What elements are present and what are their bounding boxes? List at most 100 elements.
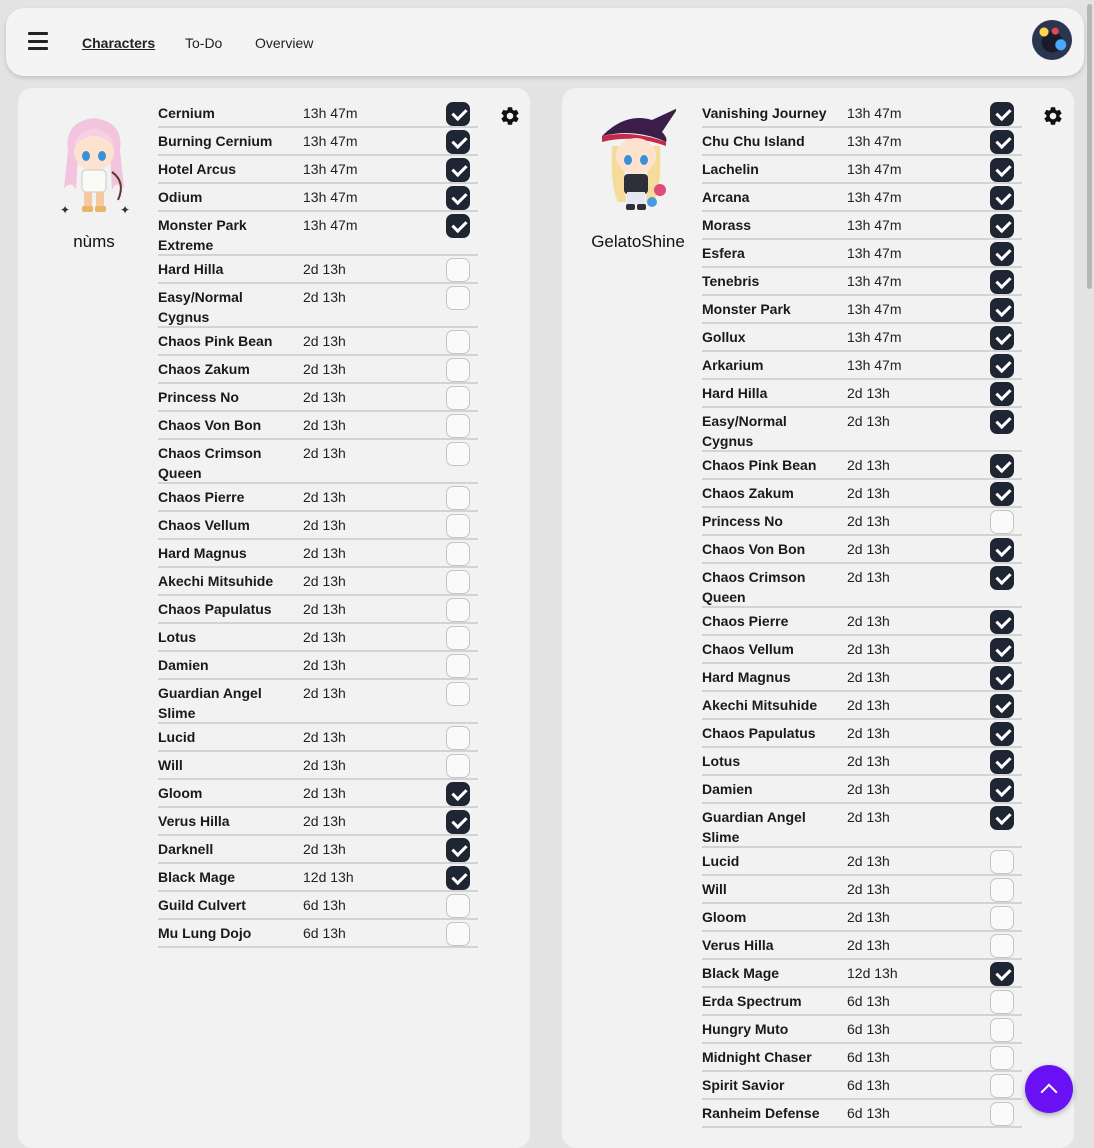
boss-checkbox[interactable] — [990, 186, 1014, 210]
reset-timer: 13h 47m — [847, 217, 902, 233]
boss-checkbox[interactable] — [446, 186, 470, 210]
boss-row: Gollux 13h 47m — [702, 324, 1022, 352]
boss-checkbox[interactable] — [990, 354, 1014, 378]
boss-checkbox[interactable] — [990, 1018, 1014, 1042]
boss-checkbox[interactable] — [990, 482, 1014, 506]
boss-checkbox[interactable] — [990, 510, 1014, 534]
boss-row: Cernium 13h 47m — [158, 100, 478, 128]
boss-checkbox[interactable] — [446, 514, 470, 538]
boss-row: Princess No 2d 13h — [158, 384, 478, 412]
boss-checkbox[interactable] — [446, 866, 470, 890]
boss-checkbox[interactable] — [990, 410, 1014, 434]
boss-checkbox[interactable] — [446, 922, 470, 946]
nav-link-overview[interactable]: Overview — [255, 35, 313, 51]
boss-checkbox[interactable] — [446, 358, 470, 382]
boss-checkbox[interactable] — [446, 894, 470, 918]
boss-checkbox[interactable] — [446, 442, 470, 466]
boss-row: Morass 13h 47m — [702, 212, 1022, 240]
reset-timer: 2d 13h — [303, 445, 346, 461]
boss-name: Ranheim Defense — [702, 1105, 820, 1121]
boss-checkbox[interactable] — [990, 1074, 1014, 1098]
hamburger-menu-icon[interactable] — [28, 32, 48, 50]
boss-checkbox[interactable] — [990, 298, 1014, 322]
boss-checkbox[interactable] — [446, 654, 470, 678]
gear-icon[interactable] — [499, 105, 521, 127]
boss-checkbox[interactable] — [446, 682, 470, 706]
boss-checkbox[interactable] — [990, 214, 1014, 238]
boss-checkbox[interactable] — [446, 330, 470, 354]
boss-checkbox[interactable] — [990, 750, 1014, 774]
reset-timer: 2d 13h — [847, 853, 890, 869]
boss-checkbox[interactable] — [990, 1046, 1014, 1070]
boss-checkbox[interactable] — [990, 326, 1014, 350]
scroll-to-top-button[interactable] — [1025, 1065, 1073, 1113]
boss-checkbox[interactable] — [990, 990, 1014, 1014]
nav-link-to-do[interactable]: To-Do — [185, 35, 222, 51]
boss-checkbox[interactable] — [446, 838, 470, 862]
boss-checkbox[interactable] — [446, 486, 470, 510]
reset-timer: 2d 13h — [303, 261, 346, 277]
boss-checkbox[interactable] — [990, 850, 1014, 874]
boss-name: Chaos Papulatus — [702, 725, 816, 741]
boss-checkbox[interactable] — [990, 1102, 1014, 1126]
user-avatar[interactable] — [1032, 20, 1072, 60]
boss-name: Lotus — [702, 753, 741, 769]
boss-name: Chaos Papulatus — [158, 601, 272, 617]
boss-checkbox[interactable] — [990, 878, 1014, 902]
boss-checkbox[interactable] — [990, 382, 1014, 406]
boss-checkbox[interactable] — [446, 386, 470, 410]
boss-checkbox[interactable] — [446, 158, 470, 182]
boss-checkbox[interactable] — [446, 782, 470, 806]
boss-checkbox[interactable] — [446, 130, 470, 154]
boss-checkbox[interactable] — [990, 566, 1014, 590]
boss-checkbox[interactable] — [990, 610, 1014, 634]
boss-checkbox[interactable] — [990, 242, 1014, 266]
boss-row: Chaos Pierre 2d 13h — [158, 484, 478, 512]
gear-icon[interactable] — [1042, 105, 1064, 127]
boss-name: Tenebris — [702, 273, 760, 289]
boss-checkbox[interactable] — [990, 666, 1014, 690]
boss-checkbox[interactable] — [990, 130, 1014, 154]
character-name: nùms — [73, 232, 115, 251]
boss-name: Hard Magnus — [702, 669, 791, 685]
boss-row: Verus Hilla 2d 13h — [702, 932, 1022, 960]
boss-checkbox[interactable] — [446, 258, 470, 282]
boss-row: Lotus 2d 13h — [158, 624, 478, 652]
boss-checkbox[interactable] — [990, 638, 1014, 662]
reset-timer: 2d 13h — [303, 517, 346, 533]
reset-timer: 13h 47m — [847, 301, 902, 317]
boss-name: Verus Hilla — [702, 937, 774, 953]
boss-name: Damien — [158, 657, 209, 673]
boss-checkbox[interactable] — [990, 934, 1014, 958]
boss-checkbox[interactable] — [990, 102, 1014, 126]
boss-checkbox[interactable] — [446, 726, 470, 750]
boss-checkbox[interactable] — [990, 722, 1014, 746]
boss-checkbox[interactable] — [990, 906, 1014, 930]
boss-checkbox[interactable] — [446, 754, 470, 778]
boss-checkbox[interactable] — [446, 570, 470, 594]
boss-checkbox[interactable] — [990, 270, 1014, 294]
boss-checkbox[interactable] — [446, 598, 470, 622]
boss-checkbox[interactable] — [990, 778, 1014, 802]
boss-checkbox[interactable] — [990, 962, 1014, 986]
boss-checkbox[interactable] — [446, 414, 470, 438]
boss-name: Chaos Pink Bean — [158, 333, 273, 349]
reset-timer: 2d 13h — [303, 489, 346, 505]
boss-checkbox[interactable] — [446, 810, 470, 834]
boss-name: Mu Lung Dojo — [158, 925, 252, 941]
boss-checkbox[interactable] — [446, 102, 470, 126]
boss-checkbox[interactable] — [990, 806, 1014, 830]
boss-checkbox[interactable] — [446, 214, 470, 238]
boss-checkbox[interactable] — [446, 542, 470, 566]
boss-row: Chaos Vellum 2d 13h — [158, 512, 478, 540]
boss-checkbox[interactable] — [446, 286, 470, 310]
boss-checkbox[interactable] — [990, 694, 1014, 718]
boss-name: Chaos Von Bon — [158, 417, 262, 433]
page-scrollbar[interactable] — [1087, 4, 1092, 289]
boss-checkbox[interactable] — [990, 454, 1014, 478]
boss-name: Burning Cernium — [158, 133, 273, 149]
nav-link-characters[interactable]: Characters — [82, 35, 155, 51]
boss-checkbox[interactable] — [990, 158, 1014, 182]
boss-checkbox[interactable] — [446, 626, 470, 650]
boss-checkbox[interactable] — [990, 538, 1014, 562]
